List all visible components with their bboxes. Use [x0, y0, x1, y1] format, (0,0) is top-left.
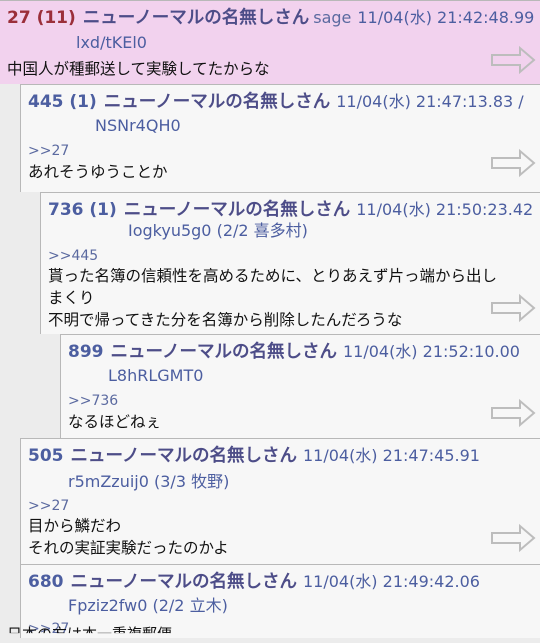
post-445[interactable]: 445 (1) ニューノーマルの名無しさん 11/04(水) 21:47:13.83…	[20, 84, 540, 192]
poster-mail: sage	[313, 8, 352, 27]
poster-id[interactable]: Iogkyu5g0 (2/2 喜多村)	[128, 221, 308, 241]
reply-arrow-icon[interactable]	[490, 523, 536, 553]
post-number[interactable]: 505	[28, 446, 64, 466]
poster-name: ニューノーマルの名無しさん	[110, 342, 337, 362]
reply-anchor-link[interactable]: >>27	[28, 143, 69, 159]
poster-name: ニューノーマルの名無しさん	[123, 200, 351, 220]
reply-arrow-icon[interactable]	[490, 45, 536, 75]
post-body-line: まくり	[48, 289, 95, 307]
post-number[interactable]: 27 (11)	[7, 8, 76, 28]
poster-id[interactable]: L8hRLGMT0	[108, 366, 203, 386]
post-body-line: あれそうゆうことか	[28, 163, 168, 181]
post-body-line: 目から鱗だわ	[28, 517, 122, 535]
post-body-line: 中国人が種郵送して実験してたからな	[7, 60, 270, 78]
post-header: 736 (1) ニューノーマルの名無しさん 11/04(水) 21:50:23.42	[48, 199, 536, 221]
post-number[interactable]: 736 (1)	[48, 200, 117, 220]
post-body-line: それの実証実験だったのかよ	[28, 539, 229, 557]
poster-name: ニューノーマルの名無しさん	[70, 446, 297, 466]
post-date: 11/04(水) 21:47:45.91	[302, 446, 480, 465]
reply-anchor-link[interactable]: >>736	[68, 393, 118, 409]
post-header: 680 ニューノーマルの名無しさん 11/04(水) 21:49:42.06	[28, 571, 536, 593]
post-date: 11/04(水) 21:50:23.42	[356, 200, 534, 219]
post-736[interactable]: 736 (1) ニューノーマルの名無しさん 11/04(水) 21:50:23.42…	[40, 192, 540, 334]
poster-name: ニューノーマルの名無しさん	[103, 92, 331, 112]
poster-id[interactable]: Fpziz2fw0 (2/2 立木)	[68, 596, 228, 616]
post-505[interactable]: 505 ニューノーマルの名無しさん 11/04(水) 21:47:45.91 r5m…	[20, 438, 540, 564]
reply-anchor-link[interactable]: >>27	[28, 498, 69, 514]
post-header: 27 (11) ニューノーマルの名無しさん sage 11/04(水) 21:42:4…	[7, 7, 536, 29]
reply-arrow-icon[interactable]	[490, 148, 536, 178]
poster-name: ニューノーマルの名無しさん	[70, 572, 297, 592]
post-number[interactable]: 680	[28, 572, 64, 592]
reply-anchor-link[interactable]: >>445	[48, 248, 98, 264]
post-899[interactable]: 899 ニューノーマルの名無しさん 11/04(水) 21:52:10.00 L8h…	[60, 334, 540, 438]
post-number[interactable]: 899	[68, 342, 104, 362]
post-date: 11/04(水) 21:49:42.06	[302, 572, 480, 591]
reply-arrow-icon[interactable]	[490, 293, 536, 323]
reply-arrow-icon[interactable]	[490, 398, 536, 428]
post-date: 11/04(水) 21:52:10.00	[342, 342, 520, 361]
poster-id[interactable]: NSNr4QH0	[95, 116, 181, 136]
post-header: 505 ニューノーマルの名無しさん 11/04(水) 21:47:45.91	[28, 445, 536, 467]
post-header: 899 ニューノーマルの名無しさん 11/04(水) 21:52:10.00	[68, 341, 536, 363]
poster-id[interactable]: lxd/tKEl0	[76, 33, 147, 53]
post-body-line: 不明で帰ってきた分を名簿から削除したんだろうな	[48, 311, 403, 329]
post-body-line: 貰った名簿の信頼性を高めるために、とりあえず片っ端から出し	[48, 267, 498, 285]
poster-name: ニューノーマルの名無しさん	[82, 8, 310, 28]
poster-id[interactable]: r5mZzuij0 (3/3 牧野)	[68, 472, 229, 492]
post-body-line: なるほどねぇ	[68, 413, 162, 431]
post-number[interactable]: 445 (1)	[28, 92, 97, 112]
post-header: 445 (1) ニューノーマルの名無しさん 11/04(水) 21:47:13.83…	[28, 91, 536, 113]
post-date: 11/04(水) 21:42:48.99	[357, 8, 535, 27]
post-27[interactable]: 27 (11) ニューノーマルの名無しさん sage 11/04(水) 21:42:4…	[0, 0, 540, 84]
post-date: 11/04(水) 21:47:13.83 /	[336, 92, 524, 111]
